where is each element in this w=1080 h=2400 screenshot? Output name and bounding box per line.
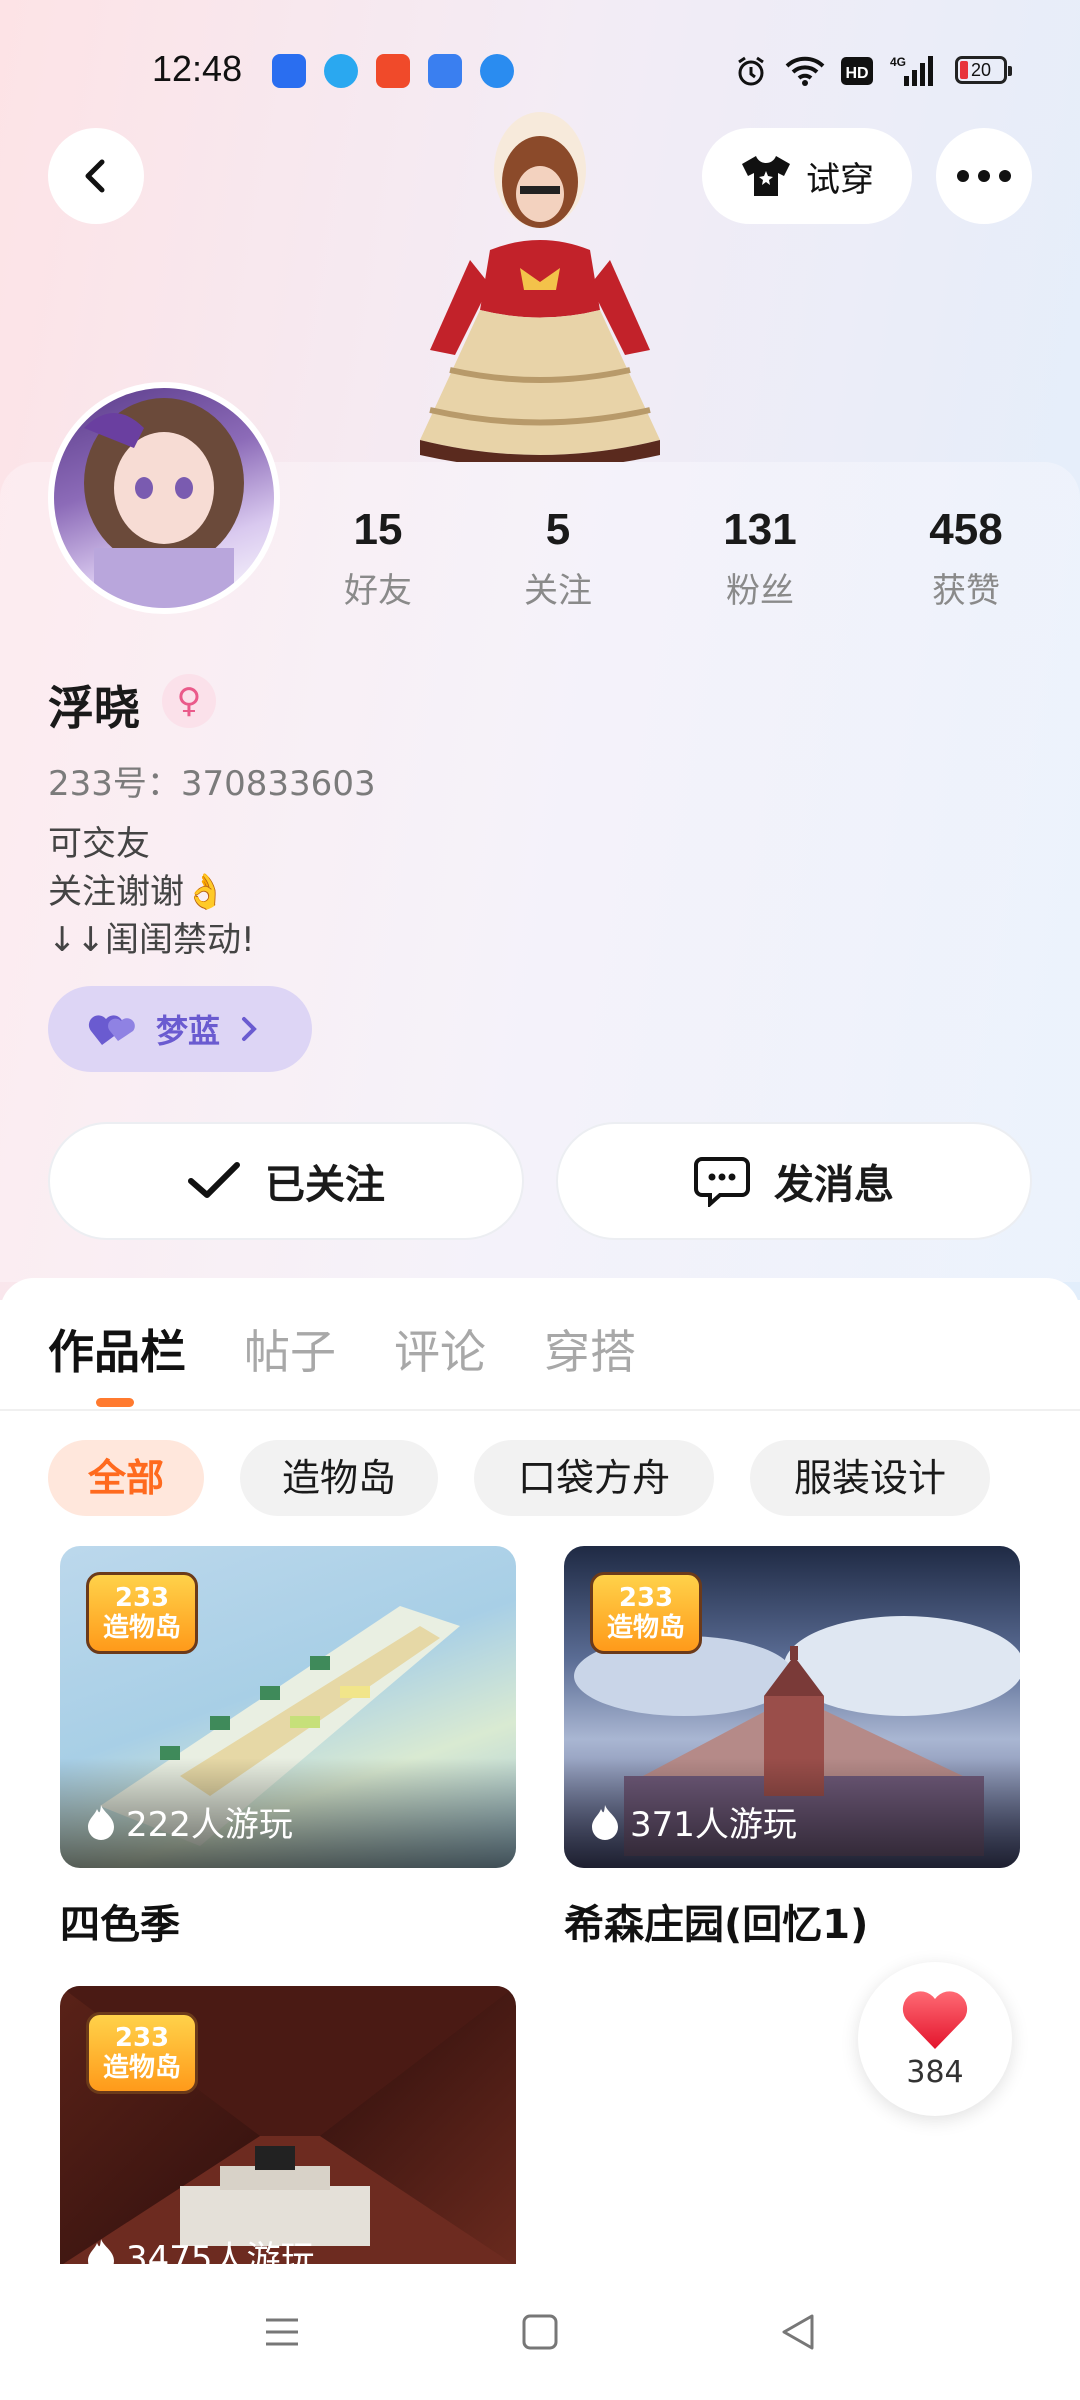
system-nav-bar [0, 2264, 1080, 2400]
signal-icon: 4G [890, 55, 933, 86]
play-count-text: 222人游玩 [126, 1805, 293, 1845]
tab-comments[interactable]: 评论 [394, 1316, 486, 1382]
wifi-icon [785, 56, 825, 86]
badge-bottom: 造物岛 [103, 2053, 182, 2083]
message-label: 发消息 [774, 1162, 894, 1208]
work-title: 希森庄园(回忆1) [564, 1902, 869, 1948]
bio-line: 可交友 [48, 824, 150, 864]
stat-label: 关注 [524, 571, 592, 611]
like-button[interactable]: 384 [858, 1962, 1012, 2116]
alarm-icon [738, 56, 764, 86]
video-app-icon [376, 54, 410, 88]
heart-icon [902, 1990, 968, 2049]
play-count: 371人游玩 [590, 1797, 797, 1846]
badge-bottom: 造物岛 [607, 1613, 686, 1643]
work-title: 四色季 [60, 1902, 180, 1948]
stat-fans[interactable]: 131 粉丝 [680, 505, 840, 612]
tab-divider [0, 1409, 1080, 1411]
badge-top: 233 [114, 1583, 170, 1613]
hd-icon: HD [841, 57, 873, 85]
stat-value: 15 [353, 505, 403, 554]
user-id[interactable]: 233号：370833603 [48, 756, 376, 805]
more-options-button[interactable] [936, 128, 1032, 224]
svg-text:HD: HD [845, 65, 868, 82]
flame-icon [88, 2238, 114, 2266]
chat-bubble-icon [694, 1157, 750, 1207]
stat-label: 好友 [344, 571, 412, 611]
stat-label: 粉丝 [726, 571, 794, 611]
work-card[interactable]: 233 造物岛 222人游玩 四色季 [60, 1546, 516, 1950]
play-count: 222人游玩 [86, 1797, 293, 1846]
menu-icon[interactable] [262, 2312, 302, 2352]
tab-posts[interactable]: 帖子 [244, 1316, 336, 1382]
battery-indicator: 20 [955, 56, 1012, 84]
back-triangle-icon[interactable] [778, 2312, 818, 2352]
play-count-text: 3475人游玩 [126, 2239, 315, 2266]
following-button[interactable]: 已关注 [48, 1122, 524, 1240]
try-on-button[interactable]: 试穿 [702, 128, 912, 224]
status-time: 12:48 [152, 48, 243, 89]
svg-text:4G: 4G [890, 55, 906, 69]
back-button[interactable] [48, 128, 144, 224]
bio-line: ↓↓闺闺禁动! [48, 920, 255, 960]
status-bar: 12:48 HD 4G 20 [0, 46, 1080, 96]
filter-all[interactable]: 全部 [48, 1440, 204, 1516]
game-badge: 233 造物岛 [590, 1572, 703, 1654]
badge-top: 233 [618, 1583, 674, 1613]
flame-icon [88, 1804, 114, 1840]
stat-friends[interactable]: 15 好友 [298, 505, 458, 612]
play-count-text: 371人游玩 [630, 1805, 797, 1845]
feather-app-icon [428, 54, 462, 88]
following-label: 已关注 [265, 1162, 385, 1208]
baidu-app-icon [272, 54, 306, 88]
filter-pocket-ark[interactable]: 口袋方舟 [474, 1440, 714, 1516]
stat-value: 5 [545, 505, 571, 554]
chevron-left-icon [85, 159, 105, 193]
stat-value: 131 [723, 505, 797, 554]
chevron-right-icon [242, 1017, 257, 1041]
username: 浮晓 [48, 681, 140, 735]
filter-fashion-design[interactable]: 服装设计 [750, 1440, 990, 1516]
badge-top: 233 [114, 2023, 170, 2053]
badge-bottom: 造物岛 [103, 1613, 182, 1643]
more-dots-icon [957, 170, 1011, 182]
relationship-tag[interactable]: 梦蓝 [48, 986, 312, 1072]
home-icon[interactable] [520, 2312, 560, 2352]
message-button[interactable]: 发消息 [556, 1122, 1032, 1240]
work-card[interactable]: 233 造物岛 371人游玩 希森庄园(回忆1) [564, 1546, 1020, 1950]
female-gender-icon: ♀ [162, 674, 216, 728]
heart-pair-icon [88, 1015, 135, 1045]
search-app-icon [480, 54, 514, 88]
tab-works[interactable]: 作品栏 [48, 1316, 186, 1382]
stat-value: 458 [929, 505, 1003, 554]
work-thumbnail: 233 造物岛 371人游玩 [564, 1546, 1020, 1868]
bio: 可交友 关注谢谢👌 ↓↓闺闺禁动! [48, 820, 255, 964]
stat-label: 获赞 [932, 571, 1000, 611]
play-count: 3475人游玩 [86, 2231, 315, 2266]
checkmark-icon [188, 1162, 240, 1198]
tag-label: 梦蓝 [156, 1012, 221, 1050]
work-card[interactable]: 233 造物岛 3475人游玩 [60, 1986, 516, 2266]
stat-following[interactable]: 5 关注 [478, 505, 638, 612]
like-count: 384 [906, 2054, 964, 2090]
avatar[interactable] [48, 382, 280, 614]
avatar-3d-figure [420, 112, 660, 462]
bio-line: 关注谢谢👌 [48, 872, 227, 912]
tab-outfits[interactable]: 穿搭 [544, 1316, 636, 1382]
work-thumbnail: 233 造物岛 222人游玩 [60, 1546, 516, 1868]
try-on-label: 试穿 [806, 159, 874, 200]
stat-likes[interactable]: 458 获赞 [886, 505, 1046, 612]
active-tab-indicator [96, 1398, 134, 1407]
flame-icon [592, 1804, 618, 1840]
filter-island[interactable]: 造物岛 [240, 1440, 438, 1516]
work-thumbnail: 233 造物岛 3475人游玩 [60, 1986, 516, 2266]
browser-app-icon [324, 54, 358, 88]
avatar-portrait [84, 398, 244, 608]
game-badge: 233 造物岛 [86, 1572, 199, 1654]
shirt-icon [742, 156, 790, 196]
game-badge: 233 造物岛 [86, 2012, 199, 2094]
